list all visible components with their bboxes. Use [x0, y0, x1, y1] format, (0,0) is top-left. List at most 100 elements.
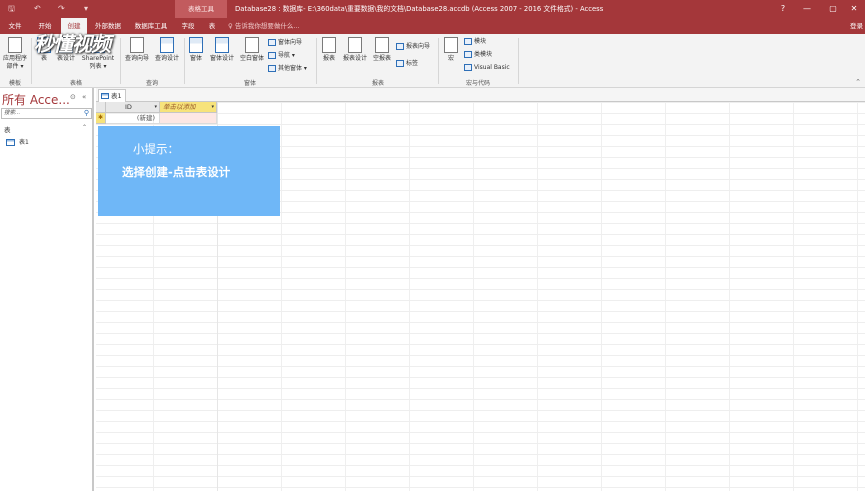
access-window: 🖫 ↶ ↷ ▾ 表格工具 Database28 : 数据库- E:\360dat…: [0, 0, 865, 491]
column-header-label: 单击以添加: [163, 103, 196, 111]
report-design-label: 报表设计: [342, 55, 367, 62]
app-parts-label: 应用程序 部件 ▾: [2, 55, 27, 70]
visual-basic-label: Visual Basic: [474, 64, 510, 71]
macro-label: 宏: [447, 55, 454, 62]
query-design-label: 查询设计: [154, 55, 179, 62]
new-record-selector[interactable]: ✱: [96, 113, 106, 124]
group-separator: [31, 38, 32, 84]
form-wizard-icon: [268, 39, 276, 46]
group-label-reports: 报表: [371, 80, 384, 87]
report-design-button[interactable]: 报表设计: [340, 37, 370, 63]
navigation-button[interactable]: 导航 ▾: [268, 51, 295, 61]
blank-form-button[interactable]: 空白窗体: [238, 37, 266, 63]
new-record-id-cell[interactable]: (新建): [106, 113, 160, 124]
module-icon: [464, 38, 472, 45]
window-title: Database28 : 数据库- E:\360data\重要数据\我的文档\D…: [235, 5, 604, 13]
dropdown-arrow-icon[interactable]: ▾: [211, 102, 214, 112]
watermark-logo: 秒懂视频: [34, 32, 111, 56]
tab-file[interactable]: 文件: [2, 18, 28, 34]
module-label: 模块: [474, 38, 487, 45]
title-bar: 🖫 ↶ ↷ ▾ 表格工具 Database28 : 数据库- E:\360dat…: [0, 0, 865, 18]
blank-form-label: 空白窗体: [239, 55, 264, 62]
nav-search-input[interactable]: 搜索... ⚲: [1, 108, 92, 119]
tab-fields[interactable]: 字段: [178, 18, 198, 34]
tip-overlay: 小提示： 选择创建-点击表设计: [98, 126, 280, 216]
labels-button[interactable]: 标签: [396, 59, 418, 69]
report-icon: [322, 37, 336, 53]
navigation-icon: [268, 52, 276, 59]
chevron-up-icon[interactable]: ⌃: [82, 124, 87, 131]
column-header-click-to-add[interactable]: 单击以添加 ▾: [160, 102, 217, 113]
form-button[interactable]: 窗体: [186, 37, 206, 63]
report-label: 报表: [322, 55, 335, 62]
macro-icon: [444, 37, 458, 53]
minimize-button[interactable]: —: [796, 0, 818, 18]
group-label-queries: 查询: [145, 80, 158, 87]
close-button[interactable]: ✕: [843, 0, 865, 18]
group-label-forms: 窗体: [243, 80, 256, 87]
tab-database-tools[interactable]: 数据库工具: [130, 18, 172, 34]
report-button[interactable]: 报表: [320, 37, 338, 63]
sign-in-link[interactable]: 登录: [850, 18, 863, 34]
form-icon: [189, 37, 203, 53]
tell-me-box[interactable]: ♀ 告诉我你想要做什么...: [228, 18, 300, 34]
macro-button[interactable]: 宏: [442, 37, 460, 63]
more-forms-button[interactable]: 其他窗体 ▾: [268, 64, 307, 74]
more-forms-label: 其他窗体 ▾: [278, 65, 307, 72]
document-tab-table1[interactable]: 表1: [98, 89, 126, 102]
restore-button[interactable]: ▢: [822, 0, 844, 18]
app-parts-button[interactable]: 应用程序 部件 ▾: [1, 37, 29, 71]
nav-search-placeholder: 搜索...: [4, 110, 21, 116]
report-design-icon: [348, 37, 362, 53]
report-wizard-button[interactable]: 报表向导: [396, 42, 430, 52]
nav-pane-title[interactable]: 所有 Acce...: [2, 91, 70, 108]
visual-basic-button[interactable]: Visual Basic: [464, 63, 510, 73]
ribbon-tabs: 文件 开始 创建 外部数据 数据库工具 字段 表 ♀ 告诉我你想要做什么... …: [0, 18, 865, 34]
module-button[interactable]: 模块: [464, 37, 486, 47]
group-label-tables: 表格: [69, 80, 82, 87]
navigation-label: 导航 ▾: [278, 52, 295, 59]
group-separator: [316, 38, 317, 84]
form-wizard-button[interactable]: 窗体向导: [268, 38, 302, 48]
save-icon[interactable]: 🖫: [8, 0, 15, 18]
class-module-label: 类模块: [474, 51, 493, 58]
app-parts-icon: [8, 37, 22, 53]
column-header-id[interactable]: ID ▾: [106, 102, 160, 113]
context-tab-table-tools: 表格工具: [175, 0, 227, 18]
blank-report-icon: [375, 37, 389, 53]
form-design-icon: [215, 37, 229, 53]
blank-report-label: 空报表: [372, 55, 391, 62]
class-module-button[interactable]: 类模块: [464, 50, 492, 60]
undo-icon[interactable]: ↶: [34, 0, 41, 18]
document-tabs: 表1: [96, 88, 865, 102]
new-record-add-cell[interactable]: [160, 113, 217, 124]
form-wizard-label: 窗体向导: [278, 39, 303, 46]
query-wizard-icon: [130, 37, 144, 53]
report-wizard-label: 报表向导: [406, 43, 431, 50]
form-design-label: 窗体设计: [209, 55, 234, 62]
help-button[interactable]: ?: [772, 0, 794, 18]
query-design-button[interactable]: 查询设计: [152, 37, 182, 63]
tip-heading: 小提示：: [133, 142, 179, 156]
form-design-button[interactable]: 窗体设计: [207, 37, 237, 63]
tab-table[interactable]: 表: [203, 18, 221, 34]
blank-report-button[interactable]: 空报表: [370, 37, 394, 63]
dropdown-arrow-icon[interactable]: ▾: [154, 102, 157, 112]
visual-basic-icon: [464, 64, 472, 71]
collapse-ribbon-icon[interactable]: ⌃: [855, 78, 861, 86]
query-wizard-button[interactable]: 查询向导: [122, 37, 152, 63]
nav-menu-icon[interactable]: ⊙: [70, 93, 76, 101]
sharepoint-label: SharePoint 列表 ▾: [81, 55, 115, 70]
search-icon[interactable]: ⚲: [84, 109, 89, 118]
query-wizard-label: 查询向导: [124, 55, 149, 62]
shutter-bar-close-icon[interactable]: «: [82, 93, 86, 101]
nav-group-tables[interactable]: 表: [4, 124, 11, 134]
nav-item-table1[interactable]: 表1: [6, 137, 29, 146]
labels-icon: [396, 60, 404, 67]
report-wizard-icon: [396, 43, 404, 50]
customize-qat-icon[interactable]: ▾: [84, 0, 88, 18]
redo-icon[interactable]: ↷: [58, 0, 65, 18]
more-forms-icon: [268, 65, 276, 72]
select-all-cell[interactable]: [96, 102, 106, 113]
lightbulb-icon: ♀: [228, 22, 235, 30]
